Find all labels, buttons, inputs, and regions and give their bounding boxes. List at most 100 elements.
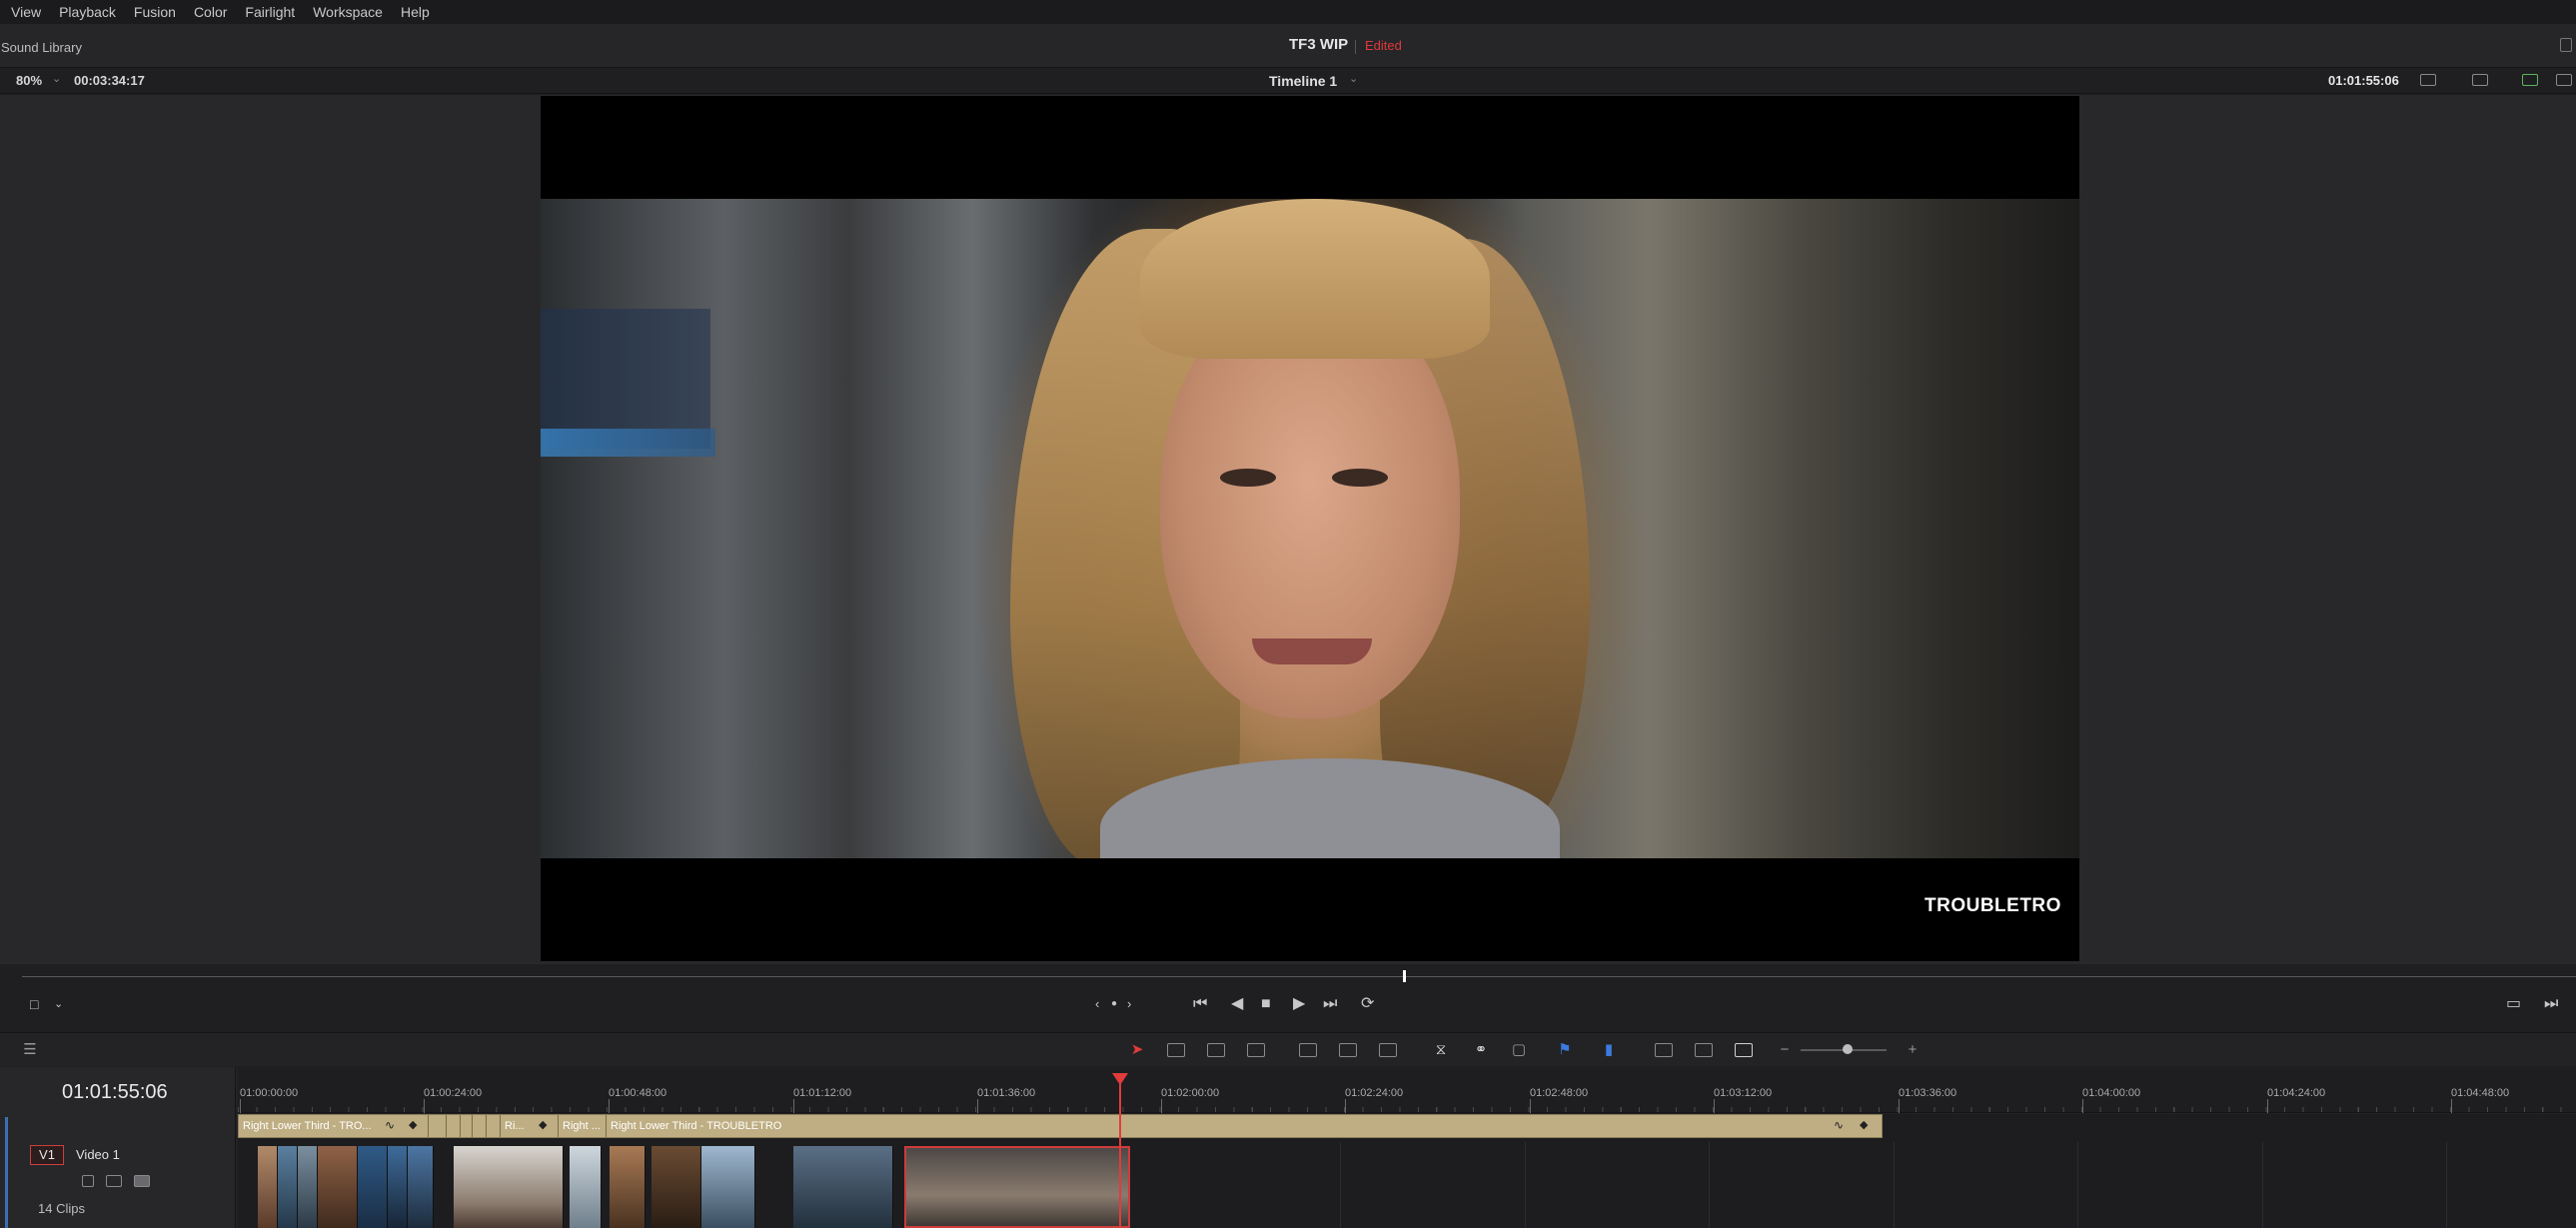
insert-clip-icon[interactable]: [1299, 1043, 1317, 1057]
menu-workspace[interactable]: Workspace: [304, 0, 392, 24]
title-clip[interactable]: [487, 1115, 501, 1137]
keyframe-icon[interactable]: ◆: [1860, 1118, 1868, 1131]
position-lock-icon[interactable]: ▢: [1509, 1041, 1529, 1059]
video-clip[interactable]: [454, 1146, 564, 1228]
title-clip[interactable]: Right Lower Third - TRO...: [239, 1115, 429, 1137]
menu-view[interactable]: View: [2, 0, 50, 24]
sound-library-button[interactable]: Sound Library: [1, 40, 82, 55]
video-clip[interactable]: [408, 1146, 434, 1228]
zoom-slider-handle[interactable]: [1843, 1044, 1853, 1054]
color-icon[interactable]: [2522, 74, 2538, 86]
skip-to-end-icon[interactable]: ⏭: [1323, 994, 1337, 1014]
edited-status: Edited: [1365, 38, 1402, 53]
viewer-scrubber[interactable]: [22, 976, 2576, 977]
title-clip[interactable]: [429, 1115, 447, 1137]
chevron-down-icon[interactable]: ⌄: [54, 994, 63, 1014]
title-clip[interactable]: Right Lower Third - TROUBLETRO: [607, 1115, 1882, 1137]
snapping-icon[interactable]: ⧖: [1431, 1041, 1451, 1059]
video-clip[interactable]: [318, 1146, 358, 1228]
menu-playback[interactable]: Playback: [50, 0, 125, 24]
zoom-custom-icon[interactable]: [1735, 1043, 1753, 1057]
ruler-label: 01:00:48:00: [609, 1087, 667, 1099]
menu-fusion[interactable]: Fusion: [125, 0, 185, 24]
ruler-label: 01:04:00:00: [2082, 1087, 2141, 1099]
title-clip[interactable]: Right ...: [559, 1115, 607, 1137]
viewer-zoom-dropdown[interactable]: 80%: [16, 73, 42, 88]
title-clip[interactable]: Ri...: [501, 1115, 559, 1137]
video-clip[interactable]: [651, 1146, 701, 1228]
video-clip[interactable]: [258, 1146, 278, 1228]
crop-icon[interactable]: □: [30, 994, 38, 1014]
video-clip[interactable]: [358, 1146, 388, 1228]
viewer-timecode: 01:01:55:06: [2328, 73, 2399, 88]
next-edit-icon[interactable]: ⏭: [2544, 994, 2558, 1014]
selected-video-clip[interactable]: [904, 1146, 1130, 1228]
playhead-handle[interactable]: [1112, 1073, 1128, 1085]
keyframe-icon[interactable]: ◆: [409, 1118, 417, 1131]
fade-curve-icon[interactable]: ∿: [385, 1118, 395, 1132]
zoom-full-icon[interactable]: [1655, 1043, 1673, 1057]
selection-pointer-icon[interactable]: ➤: [1127, 1041, 1147, 1059]
auto-select-icon[interactable]: [106, 1175, 122, 1187]
scrubber-handle[interactable]: [1403, 970, 1406, 982]
zoom-detail-icon[interactable]: [1695, 1043, 1713, 1057]
overwrite-clip-icon[interactable]: [1339, 1043, 1357, 1057]
menu-help[interactable]: Help: [392, 0, 439, 24]
timeline-ruler[interactable]: 01:00:00:00 01:00:24:00 01:00:48:00 01:0…: [238, 1067, 2576, 1113]
video-clip[interactable]: [701, 1146, 755, 1228]
menu-color[interactable]: Color: [185, 0, 236, 24]
layout-icon[interactable]: [2556, 74, 2572, 86]
ruler-label: 01:00:24:00: [424, 1087, 483, 1099]
keyframe-icon[interactable]: ◆: [539, 1118, 547, 1131]
viewer-frame[interactable]: TROUBLETRO: [541, 96, 2079, 961]
video-clip[interactable]: [388, 1146, 408, 1228]
ruler-label: 01:04:24:00: [2267, 1087, 2326, 1099]
jog-next-icon[interactable]: ›: [1127, 994, 1131, 1014]
ruler-label: 01:01:12:00: [793, 1087, 852, 1099]
linked-selection-icon[interactable]: ⚭: [1471, 1041, 1491, 1059]
blade-icon[interactable]: [1247, 1043, 1265, 1057]
chevron-down-icon[interactable]: ⌄: [52, 72, 61, 85]
skip-to-start-icon[interactable]: ⏮: [1193, 994, 1207, 1014]
track-name[interactable]: Video 1: [76, 1147, 120, 1162]
ruler-label: 01:03:12:00: [1714, 1087, 1773, 1099]
marker-icon[interactable]: ▮: [1599, 1041, 1619, 1059]
playhead[interactable]: [1119, 1075, 1121, 1228]
jog-dot-icon[interactable]: ●: [1111, 994, 1117, 1014]
video-track-lane[interactable]: Right Lower Third - TRO... ∿ ◆ Ri... ◆ R…: [238, 1114, 2576, 1228]
viewer-mode-icon[interactable]: [2420, 74, 2436, 86]
step-back-icon[interactable]: ◀: [1231, 994, 1243, 1014]
title-clip[interactable]: [473, 1115, 487, 1137]
trim-edit-icon[interactable]: [1167, 1043, 1185, 1057]
video-clip[interactable]: [610, 1146, 645, 1228]
title-clip[interactable]: [461, 1115, 473, 1137]
video-clip[interactable]: [278, 1146, 298, 1228]
loop-icon[interactable]: ⟳: [1361, 994, 1374, 1014]
zoom-out-icon[interactable]: −: [1775, 1041, 1795, 1059]
disable-track-icon[interactable]: [134, 1175, 150, 1187]
play-icon[interactable]: ▶: [1293, 994, 1305, 1014]
jog-prev-icon[interactable]: ‹: [1095, 994, 1099, 1014]
title-clip[interactable]: [447, 1115, 461, 1137]
title-clip-label: Ri...: [505, 1120, 525, 1132]
match-frame-icon[interactable]: ▭: [2506, 994, 2521, 1014]
track-destination-v1[interactable]: V1: [30, 1145, 64, 1165]
video-clip[interactable]: [298, 1146, 318, 1228]
stop-icon[interactable]: ■: [1261, 994, 1271, 1014]
quick-export-icon[interactable]: [2560, 38, 2572, 52]
video-clip[interactable]: [793, 1146, 893, 1228]
dynamic-trim-icon[interactable]: [1207, 1043, 1225, 1057]
ruler-label: 01:04:48:00: [2451, 1087, 2510, 1099]
flag-icon[interactable]: ⚑: [1555, 1041, 1575, 1059]
fade-curve-icon[interactable]: ∿: [1834, 1118, 1844, 1132]
title-bar: Sound Library TF3 WIP Edited: [0, 24, 2576, 68]
chevron-down-icon[interactable]: ⌄: [1349, 72, 1358, 85]
lock-track-icon[interactable]: [82, 1175, 94, 1187]
timeline-selector[interactable]: Timeline 1: [1269, 73, 1337, 89]
safe-area-icon[interactable]: [2472, 74, 2488, 86]
menu-fairlight[interactable]: Fairlight: [236, 0, 304, 24]
replace-clip-icon[interactable]: [1379, 1043, 1397, 1057]
zoom-in-icon[interactable]: +: [1903, 1041, 1923, 1059]
timeline-options-icon[interactable]: ☰: [20, 1041, 40, 1059]
video-clip[interactable]: [570, 1146, 602, 1228]
